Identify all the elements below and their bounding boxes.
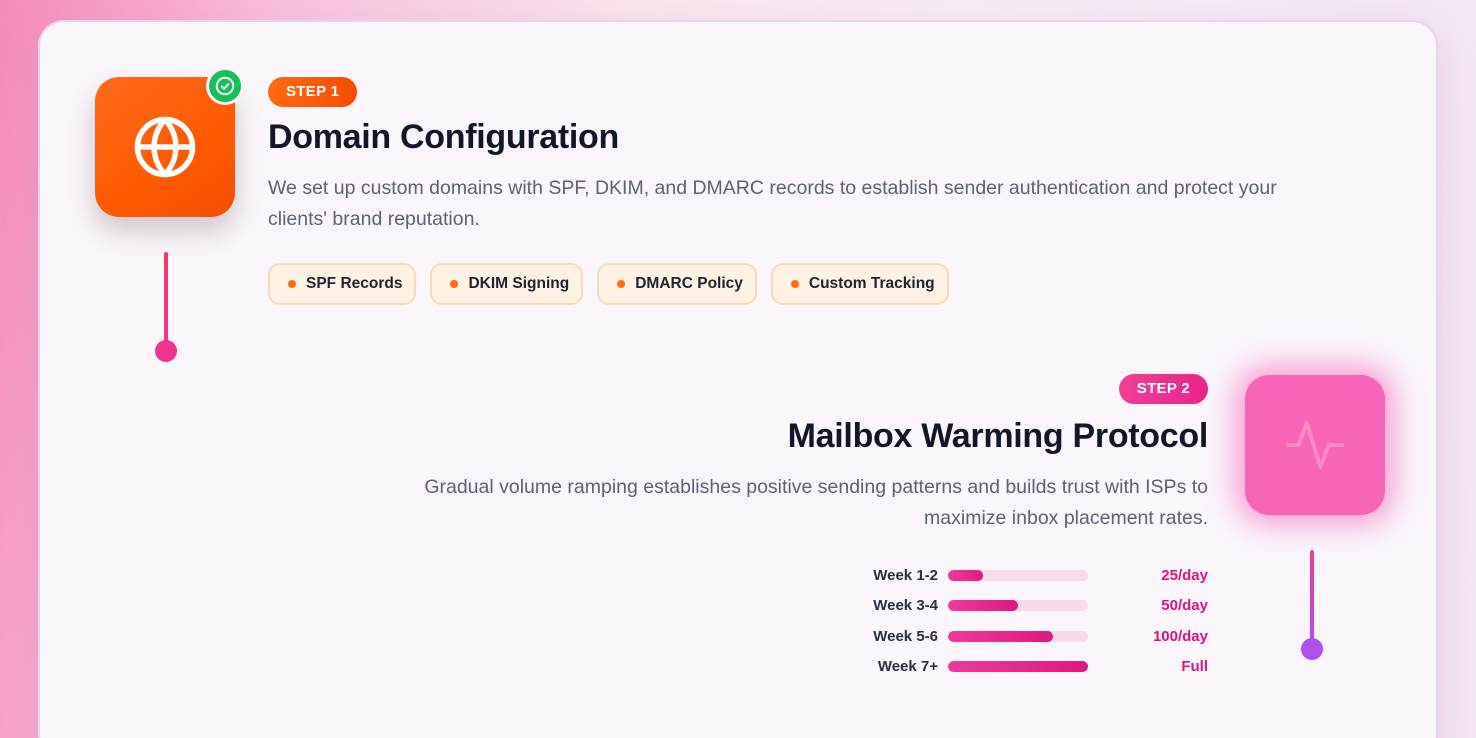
tag-dmarc-policy: DMARC Policy: [597, 263, 757, 305]
step2-badge: STEP 2: [1118, 374, 1208, 404]
activity-pulse-icon: [1285, 421, 1345, 469]
schedule-week-label: Week 7+: [877, 658, 938, 676]
step1-complete-badge: [206, 67, 244, 105]
step2-connector-dot: [1301, 638, 1323, 660]
tag-bullet: [790, 280, 799, 288]
tag-dkim-signing: DKIM Signing: [430, 263, 584, 305]
schedule-progress-fill: [948, 600, 1018, 612]
schedule-row: Week 5-6 100/day: [868, 621, 1208, 652]
step2-connector-line: [1310, 550, 1314, 646]
tag-bullet: [450, 280, 459, 288]
step1-tag-list: SPF Records DKIM Signing DMARC Policy Cu…: [268, 263, 949, 305]
tag-custom-tracking: Custom Tracking: [770, 263, 949, 305]
schedule-progress-fill: [948, 569, 983, 581]
schedule-volume-value: 25/day: [1161, 566, 1208, 584]
step1-connector-dot: [155, 340, 177, 362]
schedule-week-label: Week 5-6: [873, 627, 938, 645]
schedule-progress-track: [948, 600, 1088, 612]
tag-label: DKIM Signing: [468, 275, 570, 292]
step1-title: Domain Configuration: [268, 118, 619, 156]
schedule-progress-track: [948, 569, 1088, 581]
tag-label: Custom Tracking: [808, 275, 935, 292]
schedule-week-label: Week 1-2: [873, 566, 938, 584]
schedule-volume-value: Full: [1181, 658, 1208, 676]
schedule-row: Week 1-2 25/day: [868, 560, 1208, 591]
schedule-row: Week 7+ Full: [868, 652, 1208, 683]
tag-spf-records: SPF Records: [268, 263, 417, 305]
check-circle-icon: [215, 76, 235, 96]
steps-card: STEP 1 Domain Configuration We set up cu…: [38, 20, 1438, 738]
schedule-progress-fill: [948, 661, 1088, 673]
tag-label: SPF Records: [306, 275, 403, 292]
globe-icon: [134, 116, 196, 178]
step2-title: Mailbox Warming Protocol: [787, 417, 1209, 455]
schedule-week-label: Week 3-4: [873, 597, 938, 615]
warming-schedule: Week 1-2 25/day Week 3-4 50/day Week 5-6…: [868, 560, 1208, 682]
tag-bullet: [617, 280, 626, 288]
schedule-progress-track: [948, 630, 1088, 642]
schedule-volume-value: 100/day: [1152, 627, 1208, 645]
schedule-progress-track: [948, 661, 1088, 673]
tag-label: DMARC Policy: [635, 275, 743, 292]
schedule-row: Week 3-4 50/day: [868, 591, 1208, 622]
step2-icon-tile: [1245, 375, 1385, 515]
schedule-volume-value: 50/day: [1161, 597, 1208, 615]
step2-description: Gradual volume ramping establishes posit…: [424, 476, 1208, 529]
step1-description: We set up custom domains with SPF, DKIM,…: [268, 177, 1277, 230]
step1-badge: STEP 1: [268, 77, 358, 107]
schedule-progress-fill: [948, 630, 1053, 642]
step1-connector-line: [164, 252, 168, 348]
tag-bullet: [288, 280, 296, 288]
